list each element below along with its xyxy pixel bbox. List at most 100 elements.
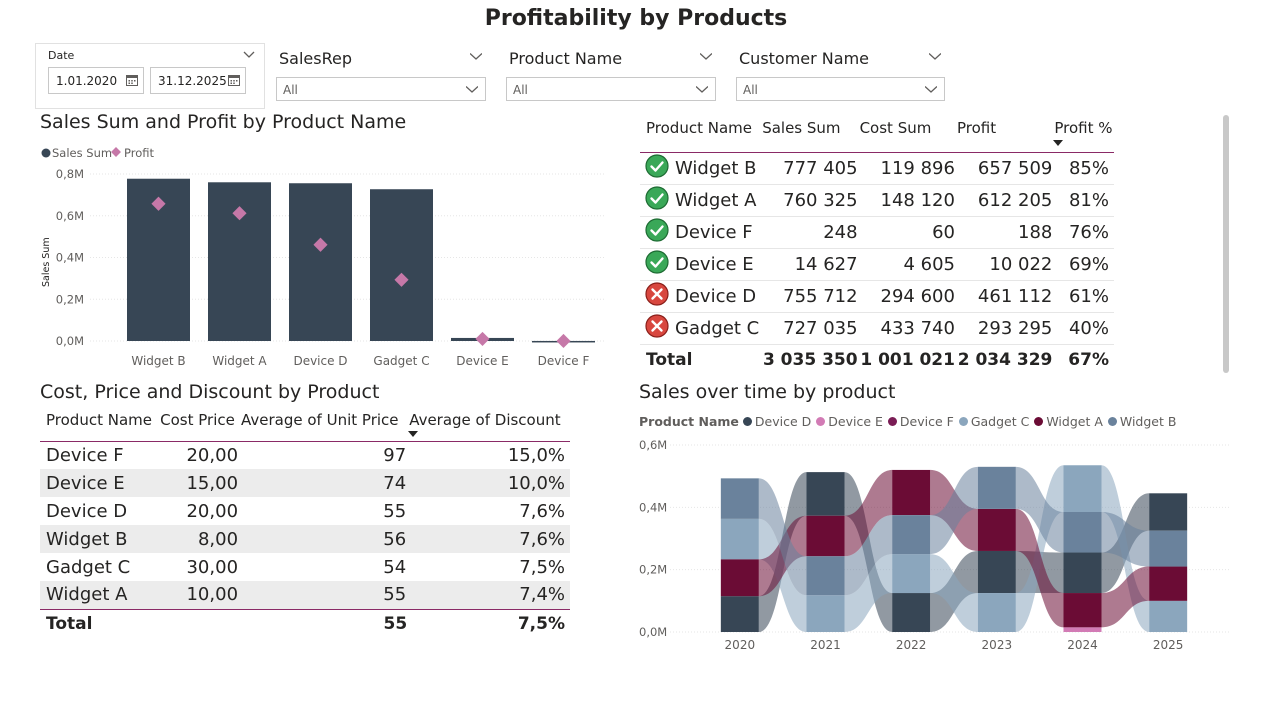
sales-bar[interactable] [208,182,271,341]
ribbon-legend-item[interactable]: Gadget C [958,414,1029,429]
cost-table: Product Name Cost Price Average of Unit … [40,407,570,639]
chevron-down-icon[interactable] [925,83,937,95]
ribbon-column-segment[interactable] [806,556,845,596]
ribbon-column-segment[interactable] [892,469,931,516]
ribbon-column-segment[interactable] [720,596,759,632]
ribbon-column-segment[interactable] [977,508,1016,551]
avg-discount-cell: 7,5% [519,556,565,578]
date-from-input[interactable]: 1.01.2020 [48,67,144,94]
table-row[interactable]: Device F 248 60 188 76% [640,216,1114,248]
profit-pct-cell: 40% [1068,317,1109,339]
ribbon-legend-item[interactable]: Device D [742,414,812,429]
table-row[interactable]: Widget B 8,00 56 7,6% [40,525,570,553]
calendar-icon[interactable] [126,74,138,86]
customer-dropdown[interactable]: All [736,77,945,101]
col-header-product-name[interactable]: Product Name [640,113,761,152]
ribbon-column-segment[interactable] [806,595,845,632]
ribbon-column-segment[interactable] [720,559,759,597]
table-row[interactable]: Device E 14 627 4 605 10 022 69% [640,248,1114,280]
col-header-avg-discount[interactable]: Average of Discount [408,407,570,441]
ribbon-column-segment[interactable] [1063,552,1102,594]
avg-price-cell: 56 [383,528,407,550]
ribbon-legend-item[interactable]: Device F [887,414,954,429]
col-header-profit[interactable]: Profit [956,113,1053,152]
avg-price-cell: 74 [383,472,407,494]
ribbon-column-segment[interactable] [1063,593,1102,628]
avg-discount-cell: 7,6% [519,500,565,522]
product-dropdown[interactable]: All [506,77,716,101]
salesrep-dropdown[interactable]: All [276,77,486,101]
table-row[interactable]: Device D 20,00 55 7,6% [40,497,570,525]
ribbon-column-segment[interactable] [892,515,931,555]
sales-bar[interactable] [289,183,352,341]
ribbon-column-segment[interactable] [1149,566,1188,601]
sales-cell: 760 325 [783,189,858,211]
col-header-product-name[interactable]: Product Name [40,407,159,441]
ribbon-legend-item[interactable]: Widget B [1107,414,1176,429]
table-row[interactable]: Widget A 10,00 55 7,4% [40,581,570,609]
cost-price-cell: 30,00 [186,556,239,578]
sales-cell: 14 627 [794,253,858,275]
legend-label: Device D [754,414,812,429]
total-label: Total [646,349,693,370]
col-header-profit-pct[interactable]: Profit % [1053,113,1114,152]
ribbon-column-segment[interactable] [1149,493,1188,531]
ribbon-column-segment[interactable] [806,472,845,516]
profit-marker[interactable] [475,331,490,346]
sales-bar[interactable] [370,189,433,341]
ribbon-column-segment[interactable] [977,466,1016,509]
customer-header-chevron-icon[interactable] [929,50,941,62]
ribbon-column-segment[interactable] [977,550,1016,594]
sales-cell: 777 405 [783,157,858,179]
sort-descending-icon [408,431,419,437]
scrollbar-thumb[interactable] [1223,115,1229,373]
col-header-sales-sum[interactable]: Sales Sum [761,113,858,152]
table-row[interactable]: Device E 15,00 74 10,0% [40,469,570,497]
date-slicer-chevron-icon[interactable] [243,48,255,60]
product-header-chevron-icon[interactable] [700,50,712,62]
chevron-down-icon[interactable] [696,83,708,95]
table-row[interactable]: Gadget C 30,00 54 7,5% [40,553,570,581]
product-name: Device D [675,285,757,307]
calendar-icon[interactable] [228,74,240,86]
table-row[interactable]: Widget B 777 405 119 896 657 509 85% [640,152,1114,184]
col-header-avg-unit-price[interactable]: Average of Unit Price [240,407,408,441]
ribbon-column-segment[interactable] [720,478,759,519]
legend-profit-swatch [111,147,121,157]
cost-price-cell: 20,00 [186,500,239,522]
ribbon-column-segment[interactable] [806,515,845,557]
product-name: Device F [675,221,753,243]
ribbon-column-segment[interactable] [1063,627,1102,632]
ribbon-column-segment[interactable] [720,518,759,560]
col-header-cost-sum[interactable]: Cost Sum [859,113,956,152]
ribbon-legend: Product Name Device D Device E Device F Gadg… [639,414,1181,429]
bar-y-tick-label: 0,6M [56,209,84,223]
total-avg-discount: 7,5% [517,614,565,635]
ribbon-column-segment[interactable] [1063,465,1102,513]
table-row[interactable]: Device F 20,00 97 15,0% [40,441,570,469]
table-row[interactable]: Gadget C 727 035 433 740 293 295 40% [640,312,1114,344]
bar-chart-title: Sales Sum and Profit by Product Name [40,111,407,133]
legend-label: Widget A [1046,414,1103,429]
ribbon-legend-item[interactable]: Device E [816,414,883,429]
ribbon-column-segment[interactable] [892,593,931,632]
ribbon-column-segment[interactable] [892,554,931,594]
product-cell: Gadget C [640,312,761,344]
table-row[interactable]: Widget A 760 325 148 120 612 205 81% [640,184,1114,216]
profit-marker[interactable] [556,333,571,349]
table-row[interactable]: Device D 755 712 294 600 461 112 61% [640,280,1114,312]
product-name: Widget B [46,528,128,550]
salesrep-header-chevron-icon[interactable] [470,50,482,62]
col-header-cost-price[interactable]: Cost Price [159,407,240,441]
total-label: Total [46,614,93,635]
x-circle-icon [645,313,669,343]
ribbon-column-segment[interactable] [1149,600,1188,632]
customer-slicer-label: Customer Name [739,49,870,68]
date-to-input[interactable]: 31.12.2025 [150,67,246,94]
ribbon-column-segment[interactable] [1149,530,1188,567]
avg-discount-cell: 7,6% [519,528,565,550]
ribbon-legend-item[interactable]: Widget A [1034,414,1103,429]
chevron-down-icon[interactable] [466,83,478,95]
ribbon-column-segment[interactable] [1063,512,1102,553]
ribbon-column-segment[interactable] [977,593,1016,632]
